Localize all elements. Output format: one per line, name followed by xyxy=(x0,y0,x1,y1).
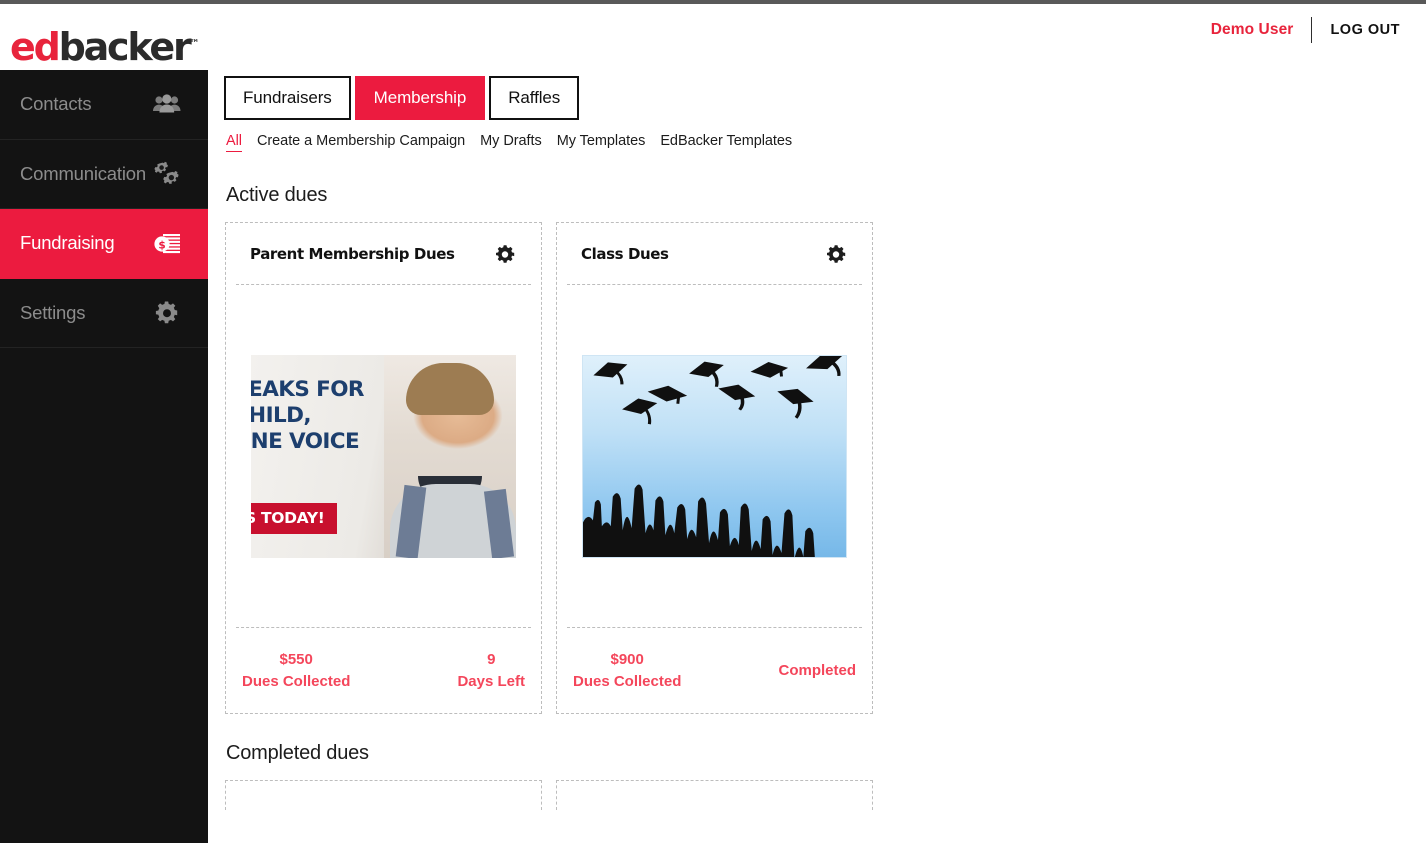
logo-area[interactable]: edbacker™ xyxy=(0,4,208,70)
dues-card-body: PEAKS FOR CHILD, ONE VOICE S TODAY! xyxy=(226,285,541,627)
gears-icon xyxy=(152,161,182,187)
banner-headline: PEAKS FOR CHILD, ONE VOICE xyxy=(251,377,364,456)
sidebar-item-communication[interactable]: Communication xyxy=(0,140,208,209)
sidebar-item-label: Contacts xyxy=(20,93,92,115)
dues-card[interactable]: Class Dues $900 Dues Collected Completed xyxy=(556,222,873,714)
membership-subnav: All Create a Membership Campaign My Draf… xyxy=(224,133,1426,152)
stat-label: Dues Collected xyxy=(573,672,682,690)
svg-text:$: $ xyxy=(158,240,165,252)
graduation-caps-image xyxy=(582,354,847,558)
people-icon xyxy=(152,91,182,117)
days-left-stat: 9 Days Left xyxy=(457,649,525,693)
logo-trademark: ™ xyxy=(189,38,200,50)
stat-label: Dues Collected xyxy=(242,672,351,690)
sidebar-item-label: Fundraising xyxy=(20,232,115,254)
pta-banner-image: PEAKS FOR CHILD, ONE VOICE S TODAY! xyxy=(251,354,516,558)
campaign-status-stat: Completed xyxy=(778,660,856,682)
sidebar-item-contacts[interactable]: Contacts xyxy=(0,70,208,140)
account-strip: Demo User LOG OUT xyxy=(208,4,1426,56)
sidebar-item-settings[interactable]: Settings xyxy=(0,279,208,348)
tab-fundraisers[interactable]: Fundraisers xyxy=(224,76,351,120)
gear-icon[interactable] xyxy=(493,242,517,266)
subnav-item-edbacker-templates[interactable]: EdBacker Templates xyxy=(660,133,792,151)
sidebar-item-label: Settings xyxy=(20,301,86,323)
dues-card-footer: $550 Dues Collected 9 Days Left xyxy=(236,627,531,713)
banner-line-1: PEAKS FOR xyxy=(251,376,364,402)
dues-card-title: Parent Membership Dues xyxy=(250,244,455,263)
active-dues-heading: Active dues xyxy=(226,184,328,206)
dues-card-title: Class Dues xyxy=(581,244,669,263)
subnav-item-my-templates[interactable]: My Templates xyxy=(557,133,646,151)
dues-card[interactable] xyxy=(556,780,873,810)
stat-label: Completed xyxy=(778,661,856,679)
dues-collected-stat: $900 Dues Collected xyxy=(573,649,681,693)
dues-card-header: Class Dues xyxy=(567,223,862,285)
subnav-item-create-campaign[interactable]: Create a Membership Campaign xyxy=(257,133,465,151)
stat-value: $900 xyxy=(610,650,644,668)
stat-label: Days Left xyxy=(457,672,525,690)
sidebar-item-label: Communication xyxy=(20,162,146,184)
account-user-name[interactable]: Demo User xyxy=(1211,21,1294,39)
dues-card[interactable]: Parent Membership Dues EAKS FOR HILD, NE… xyxy=(225,222,542,714)
dues-collected-stat: $550 Dues Collected xyxy=(242,649,350,693)
stat-value: 9 xyxy=(487,650,496,668)
main-content: Fundraisers Membership Raffles All Creat… xyxy=(208,56,1426,843)
logo-ed: ed xyxy=(10,25,61,69)
logout-link[interactable]: LOG OUT xyxy=(1330,22,1400,38)
account-divider xyxy=(1311,17,1313,43)
banner-cta-button: S TODAY! xyxy=(251,502,337,534)
gear-icon xyxy=(152,300,182,326)
completed-dues-card-row xyxy=(224,780,1426,810)
dues-card-footer: $900 Dues Collected Completed xyxy=(567,627,862,713)
dues-card[interactable] xyxy=(225,780,542,810)
campaign-type-tabs: Fundraisers Membership Raffles xyxy=(224,76,1426,120)
sidebar-item-fundraising[interactable]: Fundraising $ xyxy=(0,209,208,279)
tab-raffles[interactable]: Raffles xyxy=(489,76,580,120)
logo-backer: backer xyxy=(58,25,192,69)
dues-card-header: Parent Membership Dues xyxy=(236,223,531,285)
banner-line-2: CHILD, xyxy=(251,402,311,428)
subnav-item-all[interactable]: All xyxy=(226,133,242,152)
subnav-item-my-drafts[interactable]: My Drafts xyxy=(480,133,542,151)
banner-line-3: ONE VOICE xyxy=(251,429,360,455)
stat-value: $550 xyxy=(279,650,313,668)
tab-membership[interactable]: Membership xyxy=(354,76,486,120)
dues-card-body xyxy=(557,285,872,627)
active-dues-card-row: Parent Membership Dues EAKS FOR HILD, NE… xyxy=(224,222,1426,714)
edbacker-logo: edbacker™ xyxy=(10,28,200,66)
student-photo xyxy=(384,354,516,558)
sidebar: edbacker™ Contacts Communication Fundrai… xyxy=(0,4,208,843)
gear-icon[interactable] xyxy=(824,242,848,266)
completed-dues-heading: Completed dues xyxy=(226,742,369,764)
money-icon: $ xyxy=(152,230,182,256)
